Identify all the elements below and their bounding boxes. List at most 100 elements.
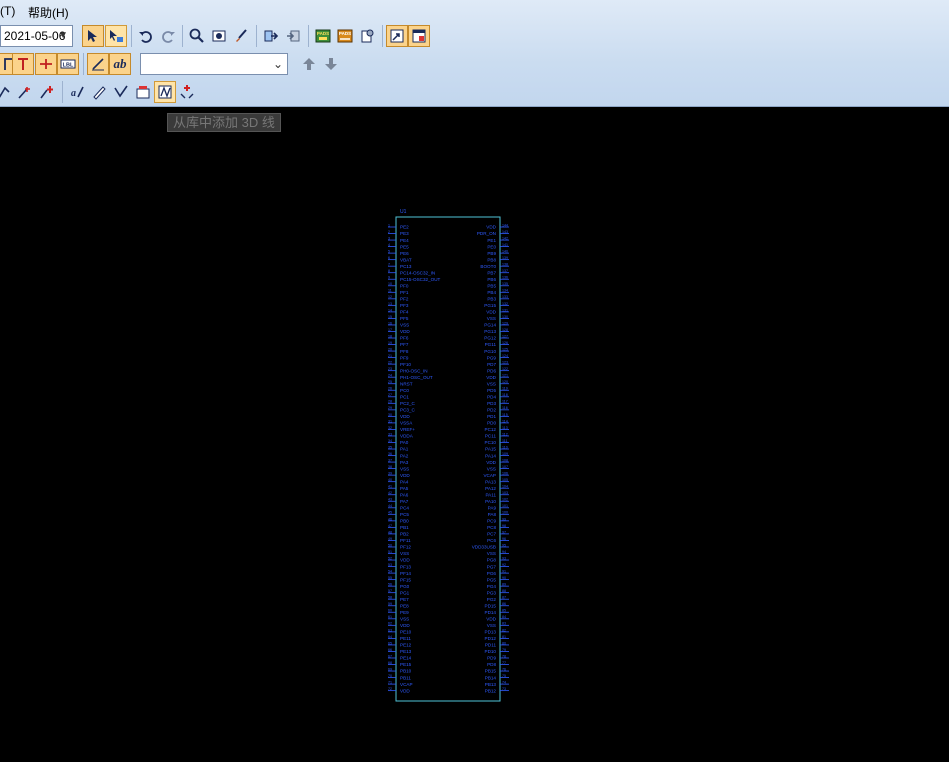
add-3d-line-button[interactable] [154, 81, 176, 103]
pin-label: PG15 [484, 303, 496, 308]
pin-label: PE1 [487, 238, 496, 243]
add-3d-part-button[interactable] [132, 81, 154, 103]
pin-label: PD3 [487, 401, 496, 406]
pin-label: VSS [400, 551, 409, 556]
pin-label: PE8 [400, 603, 409, 608]
pin-number: 52 [388, 556, 392, 560]
output-window-button[interactable] [408, 25, 430, 47]
pin-label: VSS [400, 617, 409, 622]
pin-number: 30 [388, 413, 392, 417]
redraw-button[interactable] [230, 25, 252, 47]
pin-number: 47 [388, 524, 392, 528]
pin-label: VDD [486, 460, 496, 465]
pin-number: 119 [502, 387, 508, 391]
pin-number: 144 [502, 223, 508, 227]
pin-label: PF2 [400, 297, 409, 302]
pin-number: 6 [388, 256, 390, 260]
pin-label: PC2_C [400, 401, 415, 406]
select-arrow-icon [88, 30, 97, 42]
add-net-button[interactable] [36, 81, 58, 103]
pin-label: NRST [400, 381, 413, 386]
pin-number: 43 [388, 498, 392, 502]
pin-label: PA3 [400, 460, 409, 465]
pin-number: 120 [502, 380, 508, 384]
add-connection-button[interactable] [14, 81, 36, 103]
window-mode-button[interactable] [386, 25, 408, 47]
connector-icon [40, 59, 52, 69]
forward-icon [287, 30, 300, 42]
settings-button[interactable] [356, 25, 378, 47]
pin-number: 122 [502, 367, 508, 371]
pin-label: VSS [487, 466, 496, 471]
pin-label: PDR_ON [477, 231, 496, 236]
add-bus-button[interactable] [12, 53, 34, 75]
pin-number: 124 [502, 354, 508, 358]
pin-number: 135 [502, 282, 508, 286]
select-filter-button[interactable] [105, 25, 127, 47]
sketch-button[interactable] [88, 81, 110, 103]
pin-label: PA9 [488, 505, 497, 510]
pin-number: 88 [502, 589, 506, 593]
transfer-icon [264, 30, 279, 42]
pin-number: 103 [502, 491, 508, 495]
pads-router-button[interactable]: PADS [334, 25, 356, 47]
pin-label: PD1 [487, 414, 496, 419]
pin-number: 81 [502, 635, 506, 639]
pin-label: VBAT [400, 257, 412, 262]
eco-button[interactable] [260, 25, 282, 47]
pin-number: 35 [388, 445, 392, 449]
layer-combo[interactable]: ⌄ [140, 53, 288, 75]
pin-number: 45 [388, 511, 392, 515]
schematic-canvas[interactable]: U1 1 PE22 PE33 PE44 PE55 PE66 VBAT7 PC138 PC14-O… [0, 107, 949, 762]
pin-number: 60 [388, 609, 392, 613]
output-window-icon [412, 29, 426, 43]
pin-label: PF12 [400, 545, 411, 550]
date-combo[interactable]: 2021-05-06 ▼ [0, 25, 73, 47]
pin-number: 16 [388, 321, 392, 325]
pin-label: PC8 [487, 525, 496, 530]
fit-view-button[interactable] [208, 25, 230, 47]
pin-label: PC9 [487, 519, 496, 524]
pin-label: PA12 [485, 486, 496, 491]
pin-label: PD8 [487, 662, 496, 667]
pin-label: PE10 [400, 630, 412, 635]
forward-button[interactable] [282, 25, 304, 47]
add-label-button[interactable]: LBL [57, 53, 79, 75]
pads-layout-button[interactable]: PADS [312, 25, 334, 47]
route-button[interactable] [110, 81, 132, 103]
pin-number: 22 [388, 361, 392, 365]
menu-tools[interactable]: (T) [0, 4, 15, 18]
pin-label: PG13 [484, 329, 496, 334]
redo-button[interactable] [157, 25, 179, 47]
add-2d-line-button[interactable] [87, 53, 109, 75]
pin-label: PG12 [484, 336, 496, 341]
add-plc-button[interactable] [176, 81, 198, 103]
undo-button[interactable] [135, 25, 157, 47]
pin-number: 70 [388, 674, 392, 678]
pin-label: VDD [400, 329, 410, 334]
pin-label: PD2 [487, 408, 496, 413]
pin-label: PF1 [400, 290, 409, 295]
add-connector-button[interactable] [35, 53, 57, 75]
edit-attribute-button[interactable]: a [66, 81, 88, 103]
menu-help[interactable]: 帮助(H) [28, 4, 69, 21]
pin-label: PE12 [400, 643, 412, 648]
pin-number: 96 [502, 537, 506, 541]
select-mode-button[interactable] [82, 25, 104, 47]
pin-number: 25 [388, 380, 392, 384]
separator [382, 25, 383, 47]
pin-label: PG14 [484, 323, 496, 328]
pin-number: 125 [502, 347, 508, 351]
move-down-button[interactable] [320, 53, 342, 75]
zoom-button[interactable] [186, 25, 208, 47]
route-icon [114, 85, 128, 98]
ic-symbol-u1[interactable]: U1 1 PE22 PE33 PE44 PE55 PE66 VBAT7 PC138 PC14-O… [388, 209, 509, 702]
pin-number: 23 [388, 367, 392, 371]
pin-label: PB11 [400, 675, 411, 680]
move-up-button[interactable] [298, 53, 320, 75]
pin-number: 3 [388, 236, 390, 240]
pin-number: 75 [502, 674, 506, 678]
pin-label: PB8 [487, 257, 496, 262]
add-text-button[interactable]: ab [109, 53, 131, 75]
pin-number: 61 [388, 615, 392, 619]
